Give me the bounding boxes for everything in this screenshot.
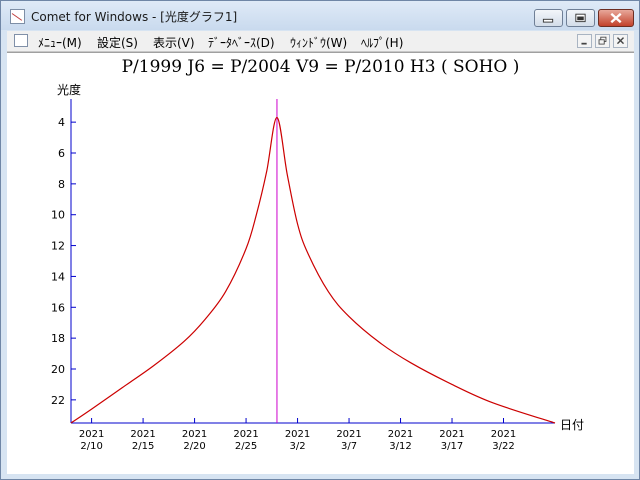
close-button[interactable] <box>598 9 634 27</box>
mdi-restore-button[interactable] <box>595 34 610 48</box>
x-tick-date: 3/22 <box>492 441 514 452</box>
x-tick-year: 2021 <box>182 429 207 440</box>
menu-item-menu[interactable]: ﾒﾆｭｰ(M) <box>38 34 82 51</box>
close-icon <box>610 12 622 24</box>
x-tick-date: 2/15 <box>132 441 154 452</box>
x-tick-year: 2021 <box>388 429 413 440</box>
app-window: Comet for Windows - [光度グラフ1] ﾒﾆｭｰ(M) 設定(… <box>0 0 640 480</box>
menu-item-window[interactable]: ｳｨﾝﾄﾞｳ(W) <box>290 34 347 51</box>
y-tick-label: 4 <box>58 116 65 129</box>
magnitude-curve-0 <box>70 116 556 424</box>
x-tick-date: 2/20 <box>183 441 205 452</box>
y-tick-label: 6 <box>58 147 65 160</box>
magnitude-chart: 4681012141618202220212/1020212/1520212/2… <box>51 99 556 452</box>
x-tick-year: 2021 <box>285 429 310 440</box>
x-tick-date: 3/7 <box>341 441 357 452</box>
title-bar[interactable]: Comet for Windows - [光度グラフ1] <box>1 1 639 30</box>
chart-pane: P/1999 J6 = P/2004 V9 = P/2010 H3 ( SOHO… <box>7 52 634 474</box>
maximize-icon <box>575 13 586 23</box>
x-tick-date: 3/12 <box>389 441 411 452</box>
mdi-close-icon <box>616 37 625 45</box>
x-tick-year: 2021 <box>130 429 155 440</box>
x-tick-year: 2021 <box>233 429 258 440</box>
y-tick-label: 16 <box>51 301 65 314</box>
menu-item-settings[interactable]: 設定(S) <box>97 34 138 51</box>
minimize-icon <box>542 18 554 23</box>
x-tick-year: 2021 <box>79 429 104 440</box>
y-tick-label: 18 <box>51 332 65 345</box>
mdi-minimize-icon <box>581 42 587 45</box>
menu-bar: ﾒﾆｭｰ(M) 設定(S) 表示(V) ﾃﾞｰﾀﾍﾞｰｽ(D) ｳｨﾝﾄﾞｳ(W… <box>7 31 634 52</box>
chart-document-icon[interactable] <box>14 34 28 47</box>
menu-item-database[interactable]: ﾃﾞｰﾀﾍﾞｰｽ(D) <box>208 34 275 51</box>
y-tick-label: 10 <box>51 209 65 222</box>
mdi-minimize-button[interactable] <box>577 34 592 48</box>
y-tick-label: 12 <box>51 240 65 253</box>
y-tick-label: 22 <box>51 394 65 407</box>
x-tick-date: 2/10 <box>80 441 102 452</box>
y-tick-label: 20 <box>51 363 65 376</box>
x-tick-date: 2/25 <box>235 441 257 452</box>
x-tick-year: 2021 <box>491 429 516 440</box>
x-tick-year: 2021 <box>336 429 361 440</box>
window-title: Comet for Windows - [光度グラフ1] <box>31 10 238 24</box>
mdi-close-button[interactable] <box>613 34 628 48</box>
y-tick-label: 14 <box>51 270 65 283</box>
y-tick-label: 8 <box>58 178 65 191</box>
x-tick-year: 2021 <box>439 429 464 440</box>
comet-app-icon[interactable] <box>10 9 25 24</box>
maximize-button[interactable] <box>566 9 595 27</box>
x-tick-date: 3/17 <box>441 441 463 452</box>
menu-item-view[interactable]: 表示(V) <box>153 34 195 51</box>
menu-item-help[interactable]: ﾍﾙﾌﾟ(H) <box>361 34 403 51</box>
x-tick-date: 3/2 <box>290 441 306 452</box>
mdi-restore-icon <box>598 36 607 45</box>
minimize-button[interactable] <box>534 9 563 27</box>
